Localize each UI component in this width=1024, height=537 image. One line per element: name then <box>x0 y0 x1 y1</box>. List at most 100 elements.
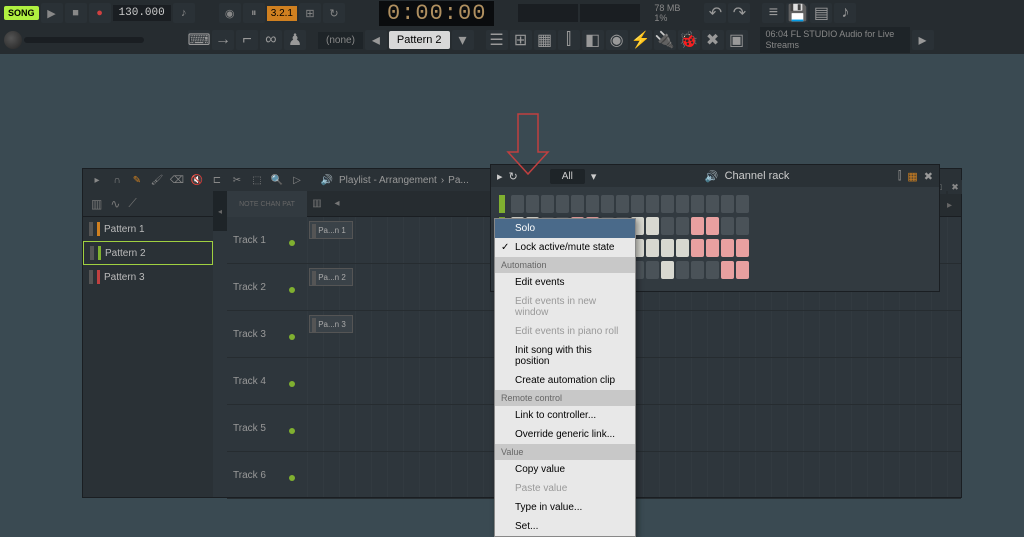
picker-tab-automation[interactable]: ⟋ <box>128 196 136 211</box>
track-header[interactable]: Track 4 <box>227 358 307 405</box>
time-display[interactable]: 0:00:00 <box>379 1 494 26</box>
midi-icon[interactable]: ♟ <box>284 30 306 50</box>
bg-close-icon[interactable]: ✖ <box>948 180 962 194</box>
step-button[interactable] <box>691 195 704 213</box>
view-piano-roll-icon[interactable]: ⊞ <box>510 30 532 50</box>
stop-button[interactable]: ■ <box>65 3 87 23</box>
magnet-icon[interactable]: ∩ <box>109 172 125 188</box>
step-button[interactable] <box>721 195 734 213</box>
menu-item[interactable]: Init song with this position <box>495 341 635 371</box>
step-button[interactable] <box>676 195 689 213</box>
open-button[interactable]: ≡ <box>762 3 784 23</box>
step-button[interactable] <box>661 217 674 235</box>
undo-button[interactable]: ↶ <box>704 3 726 23</box>
step-button[interactable] <box>721 217 734 235</box>
view-playlist-icon[interactable]: ☰ <box>486 30 508 50</box>
tempo-tap-icon[interactable]: ◉ <box>606 30 628 50</box>
debug-icon[interactable]: 🐞 <box>678 30 700 50</box>
channel-rack-titlebar[interactable]: ▸ ↻ All ▾ 🔊 Channel rack ⫿ ▦ ✖ <box>491 165 939 187</box>
step-button[interactable] <box>736 239 749 257</box>
pattern-list-item[interactable]: Pattern 1 <box>83 217 213 241</box>
pencil-icon[interactable]: ✎ <box>129 172 145 188</box>
pattern-list-item[interactable]: Pattern 3 <box>83 265 213 289</box>
brush-icon[interactable]: 🖌 <box>149 172 165 188</box>
step-button[interactable] <box>661 261 674 279</box>
step-button[interactable] <box>736 195 749 213</box>
play-icon[interactable]: ▸ <box>89 172 105 188</box>
step-button[interactable] <box>661 239 674 257</box>
step-button[interactable] <box>706 239 719 257</box>
menu-item[interactable]: Set... <box>495 517 635 536</box>
step-button[interactable] <box>691 261 704 279</box>
step-button[interactable] <box>691 217 704 235</box>
tempo-display[interactable]: 130.000 <box>113 5 171 21</box>
step-button[interactable] <box>601 195 614 213</box>
countdown-button[interactable]: ⊞ <box>299 3 321 23</box>
step-button[interactable] <box>706 261 719 279</box>
snap-icon[interactable]: ⌐ <box>236 30 258 50</box>
slice-icon[interactable]: ✂ <box>229 172 245 188</box>
step-button[interactable] <box>556 195 569 213</box>
link-midi-icon[interactable]: ∞ <box>260 30 282 50</box>
rack-filter-dropdown-icon[interactable]: ▾ <box>591 170 597 183</box>
menu-item[interactable]: Create automation clip <box>495 371 635 390</box>
step-button[interactable] <box>691 239 704 257</box>
ruler-back-icon[interactable]: ◂ <box>327 194 347 214</box>
view-browser-icon[interactable]: ◧ <box>582 30 604 50</box>
ruler-menu-icon[interactable]: ▥ <box>307 194 327 214</box>
hint-next-button[interactable]: ▸ <box>912 30 934 50</box>
overdub-button[interactable]: ↻ <box>323 3 345 23</box>
scope-selector[interactable]: (none) <box>318 32 363 49</box>
pattern-list-item[interactable]: Pattern 2 <box>83 241 213 265</box>
typing-keyboard-icon[interactable]: ⌨ <box>188 30 210 50</box>
rack-graph-icon[interactable]: ⫿ <box>898 170 902 183</box>
link-icon[interactable]: → <box>212 30 234 50</box>
pattern-menu-button[interactable]: ▾ <box>452 30 474 50</box>
menu-item[interactable]: Type in value... <box>495 498 635 517</box>
menu-item[interactable]: Override generic link... <box>495 425 635 444</box>
track-header[interactable]: Track 6 <box>227 452 307 499</box>
step-button[interactable] <box>661 195 674 213</box>
track-header[interactable]: Track 1 <box>227 217 307 264</box>
step-button[interactable] <box>736 261 749 279</box>
wait-button[interactable]: ⏸ <box>243 3 265 23</box>
track-header[interactable]: Track 3 <box>227 311 307 358</box>
menu-item[interactable]: Link to controller... <box>495 406 635 425</box>
view-mixer-icon[interactable]: ⫿ <box>558 30 580 50</box>
slip-icon[interactable]: ⊏ <box>209 172 225 188</box>
playback-icon[interactable]: ▷ <box>289 172 305 188</box>
step-button[interactable] <box>511 195 524 213</box>
redo-button[interactable]: ↷ <box>728 3 750 23</box>
plugin-icon[interactable]: ⚡ <box>630 30 652 50</box>
mute-icon[interactable]: 🔇 <box>189 172 205 188</box>
track-header[interactable]: Track 5 <box>227 405 307 452</box>
prev-pattern-button[interactable]: ◂ <box>365 30 387 50</box>
pattern-clip[interactable]: Pa...n 1 <box>309 221 353 239</box>
erase-icon[interactable]: ⌫ <box>169 172 185 188</box>
step-button[interactable] <box>646 195 659 213</box>
save-button[interactable]: 💾 <box>786 3 808 23</box>
rack-close-button[interactable]: ✖ <box>924 170 933 183</box>
step-button[interactable] <box>676 261 689 279</box>
menu-item[interactable]: Solo <box>495 219 635 238</box>
rack-step-icon[interactable]: ▦ <box>907 170 917 183</box>
news-icon[interactable]: ▣ <box>726 30 748 50</box>
step-button[interactable] <box>616 195 629 213</box>
record-button[interactable]: ● <box>89 3 111 23</box>
picker-tab-patterns[interactable]: ▥ <box>91 197 102 211</box>
beat-display[interactable]: 3.2.1 <box>267 6 297 21</box>
channel-mute-led[interactable] <box>499 195 505 213</box>
step-button[interactable] <box>676 239 689 257</box>
track-header[interactable]: Track 2 <box>227 264 307 311</box>
metronome-button[interactable]: ◉ <box>219 3 241 23</box>
export-button[interactable]: ♪ <box>834 3 856 23</box>
play-button[interactable]: ▶ <box>41 3 63 23</box>
tempo-tap-button[interactable]: ♪ <box>173 3 195 23</box>
picker-tab-audio[interactable]: ∿ <box>110 197 120 211</box>
step-button[interactable] <box>571 195 584 213</box>
close-windows-icon[interactable]: ✖ <box>702 30 724 50</box>
step-button[interactable] <box>721 239 734 257</box>
step-button[interactable] <box>586 195 599 213</box>
master-pitch-slider[interactable] <box>24 37 144 43</box>
song-mode-button[interactable]: SONG <box>4 6 39 20</box>
